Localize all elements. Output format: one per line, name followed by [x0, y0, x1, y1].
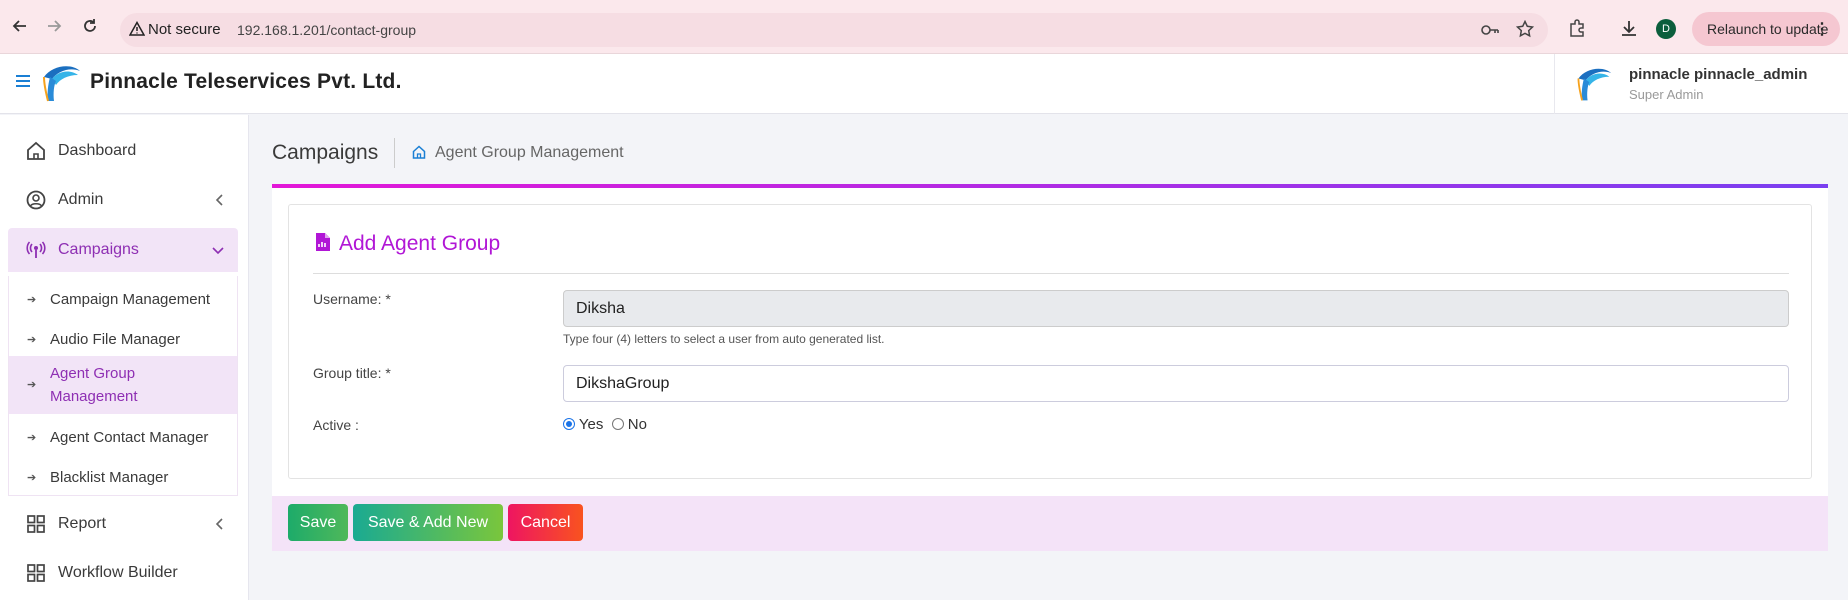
relaunch-button[interactable]: Relaunch to update ⋮ — [1692, 12, 1840, 46]
user-menu[interactable]: pinnacle pinnacle_admin Super Admin — [1554, 54, 1848, 114]
sidebar-item-label: Campaigns — [58, 241, 139, 258]
group-title-label: Group title: * — [313, 365, 391, 381]
active-label: Active : — [313, 417, 359, 433]
divider — [313, 273, 1789, 274]
user-avatar-icon — [1573, 64, 1613, 109]
submenu-item-label: Blacklist Manager — [50, 469, 169, 486]
company-logo-icon — [38, 63, 82, 108]
arrow-right-icon: ➔ — [27, 379, 37, 391]
document-icon — [315, 232, 331, 257]
app-header: Pinnacle Teleservices Pvt. Ltd. pinnacle… — [0, 54, 1848, 114]
active-no-label[interactable]: No — [628, 416, 647, 433]
user-role: Super Admin — [1629, 87, 1704, 102]
active-yes-radio[interactable] — [563, 418, 575, 430]
campaigns-submenu: ➔ Campaign Management ➔ Audio File Manag… — [8, 276, 238, 496]
user-circle-icon — [26, 190, 46, 215]
submenu-item-label: Agent Group Management — [50, 365, 138, 405]
bookmark-star-icon[interactable] — [1515, 19, 1535, 43]
hamburger-menu-icon[interactable] — [15, 74, 31, 93]
submenu-item-agent-contact-manager[interactable]: ➔ Agent Contact Manager — [9, 426, 237, 449]
sidebar-item-label: Admin — [58, 191, 104, 208]
group-title-field[interactable]: DikshaGroup — [563, 365, 1789, 402]
submenu-item-label: Campaign Management — [50, 291, 211, 308]
form-actions: Save Save & Add New Cancel — [272, 496, 1828, 551]
form-panel: Add Agent Group Username: * Diksha Type … — [288, 204, 1812, 479]
active-no-radio[interactable] — [611, 418, 624, 430]
relaunch-label: Relaunch to update — [1707, 21, 1829, 37]
chevron-left-icon — [214, 193, 224, 211]
form-card: Add Agent Group Username: * Diksha Type … — [272, 184, 1828, 551]
sidebar: Dashboard Admin Campaigns ➔ Campaign Man… — [0, 115, 249, 600]
submenu-item-label: Audio File Manager — [50, 331, 181, 348]
sidebar-item-campaigns[interactable]: Campaigns — [8, 228, 238, 272]
chevron-left-icon — [214, 517, 224, 535]
key-icon[interactable] — [1480, 22, 1500, 43]
extensions-icon[interactable] — [1568, 19, 1586, 42]
username-field[interactable]: Diksha — [563, 290, 1789, 327]
submenu-item-audio-file-manager[interactable]: ➔ Audio File Manager — [9, 328, 237, 351]
more-menu-icon[interactable]: ⋮ — [1814, 19, 1830, 39]
back-arrow-icon[interactable] — [12, 18, 28, 34]
sidebar-item-report[interactable]: Report — [8, 502, 238, 546]
sidebar-item-workflow-builder[interactable]: Workflow Builder — [8, 551, 238, 595]
submenu-item-campaign-management[interactable]: ➔ Campaign Management — [9, 288, 237, 311]
sidebar-item-label: Dashboard — [58, 142, 137, 159]
sidebar-item-dashboard[interactable]: Dashboard — [8, 129, 238, 173]
username-label: Username: * — [313, 291, 391, 307]
company-name: Pinnacle Teleservices Pvt. Ltd. — [90, 70, 402, 93]
profile-avatar[interactable]: D — [1656, 19, 1676, 39]
sidebar-item-label: Report — [58, 515, 107, 532]
grid-icon — [26, 514, 46, 539]
arrow-right-icon: ➔ — [27, 334, 37, 346]
browser-toolbar: Not secure 192.168.1.201/contact-group D… — [0, 0, 1848, 54]
home-icon[interactable] — [412, 145, 426, 164]
warning-icon — [128, 20, 146, 42]
user-name: pinnacle pinnacle_admin — [1629, 66, 1808, 83]
broadcast-icon — [26, 240, 46, 265]
arrow-right-icon: ➔ — [27, 472, 37, 484]
sidebar-item-admin[interactable]: Admin — [8, 178, 238, 222]
arrow-right-icon: ➔ — [27, 294, 37, 306]
card-accent-bar — [272, 184, 1828, 188]
address-bar[interactable]: Not secure 192.168.1.201/contact-group — [120, 13, 1548, 47]
submenu-item-blacklist-manager[interactable]: ➔ Blacklist Manager — [9, 466, 237, 489]
active-radio-group: Yes No — [563, 416, 647, 433]
save-and-add-new-button[interactable]: Save & Add New — [353, 504, 503, 541]
sidebar-item-label: Workflow Builder — [58, 564, 178, 581]
arrow-right-icon: ➔ — [27, 432, 37, 444]
breadcrumb: Agent Group Management — [435, 144, 624, 161]
submenu-item-label: Agent Contact Manager — [50, 429, 209, 446]
security-label[interactable]: Not secure — [148, 21, 221, 38]
form-title: Add Agent Group — [339, 232, 501, 255]
cancel-button[interactable]: Cancel — [508, 504, 583, 541]
active-yes-label[interactable]: Yes — [579, 416, 603, 433]
main-content: Campaigns Agent Group Management Add Age… — [250, 115, 1848, 600]
forward-arrow-icon[interactable] — [46, 18, 62, 34]
submenu-item-agent-group-management[interactable]: ➔ Agent Group Management — [9, 356, 237, 414]
grid-icon — [26, 563, 46, 588]
page-title: Campaigns — [272, 141, 379, 164]
username-help-text: Type four (4) letters to select a user f… — [563, 332, 885, 346]
download-icon[interactable] — [1620, 19, 1638, 42]
url-text[interactable]: 192.168.1.201/contact-group — [237, 22, 416, 38]
chevron-down-icon — [212, 243, 224, 261]
reload-icon[interactable] — [82, 18, 98, 34]
save-button[interactable]: Save — [288, 504, 348, 541]
home-icon — [26, 141, 46, 166]
breadcrumb-divider — [394, 138, 395, 168]
